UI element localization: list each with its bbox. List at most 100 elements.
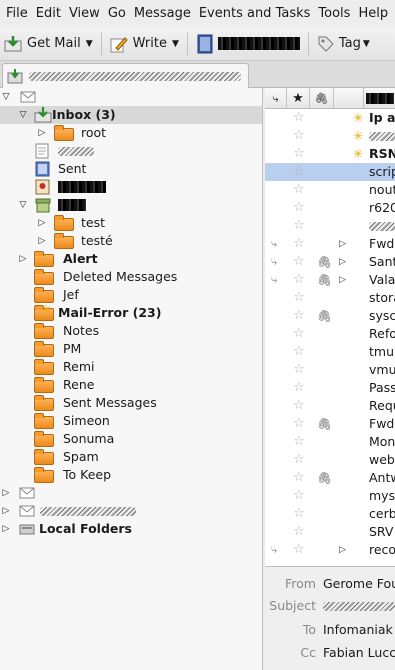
expand-icon[interactable]: ▷: [37, 124, 47, 142]
thread-row[interactable]: ☆ ✳ Ip a: [265, 109, 395, 127]
chevron-down-icon[interactable]: ▼: [172, 39, 179, 49]
star-icon[interactable]: ☆: [293, 488, 305, 504]
star-icon[interactable]: ☆: [293, 254, 305, 270]
folder-sent-messages[interactable]: Sent Messages: [0, 394, 262, 412]
folder-teste[interactable]: ▷ testé: [0, 232, 262, 250]
thread-row[interactable]: ⤷ ☆ 🖇 ▷ Vala: [265, 271, 395, 289]
thread-row[interactable]: ⤷ ☆ 🖇 ▷ Sant: [265, 253, 395, 271]
star-icon[interactable]: ☆: [293, 236, 305, 252]
folder-sonuma[interactable]: Sonuma: [0, 430, 262, 448]
star-icon[interactable]: ☆: [293, 164, 305, 180]
from-value[interactable]: Gerome Fou: [323, 573, 395, 595]
thread-row[interactable]: ☆ scrip: [265, 163, 395, 181]
folder-notes[interactable]: Notes: [0, 322, 262, 340]
folder-spam[interactable]: Spam: [0, 448, 262, 466]
folder-drafts[interactable]: [0, 142, 262, 160]
star-icon[interactable]: ☆: [293, 218, 305, 234]
collapse-icon[interactable]: ▽: [1, 88, 11, 106]
folder-jef[interactable]: Jef: [0, 286, 262, 304]
folder-sent[interactable]: Sent: [0, 160, 262, 178]
account-row-2[interactable]: ▷: [0, 484, 262, 502]
star-icon[interactable]: ☆: [293, 542, 305, 558]
star-icon[interactable]: ☆: [293, 308, 305, 324]
folder-archives[interactable]: ▽: [0, 196, 262, 214]
expand-thread-icon[interactable]: ▷: [339, 271, 346, 289]
star-icon[interactable]: ☆: [293, 326, 305, 342]
star-icon[interactable]: ☆: [293, 398, 305, 414]
account-local-folders[interactable]: ▷ Local Folders: [0, 520, 262, 538]
thread-row[interactable]: ☆ r620: [265, 199, 395, 217]
thread-row[interactable]: ☆ webr: [265, 451, 395, 469]
column-subject[interactable]: [364, 88, 395, 109]
tab-mail-folder[interactable]: [2, 63, 249, 88]
star-icon[interactable]: ☆: [293, 506, 305, 522]
star-icon[interactable]: ☆: [293, 380, 305, 396]
expand-thread-icon[interactable]: ▷: [339, 253, 346, 271]
thread-row[interactable]: ☆ mys: [265, 487, 395, 505]
star-icon[interactable]: ☆: [293, 452, 305, 468]
star-icon[interactable]: ☆: [293, 182, 305, 198]
folder-simeon[interactable]: Simeon: [0, 412, 262, 430]
folder-to-keep[interactable]: To Keep: [0, 466, 262, 484]
folder-test[interactable]: ▷ test: [0, 214, 262, 232]
thread-row[interactable]: ☆ 🖇 sysc: [265, 307, 395, 325]
folder-pm[interactable]: PM: [0, 340, 262, 358]
folder-root[interactable]: ▷ root: [0, 124, 262, 142]
folder-templates[interactable]: [0, 178, 262, 196]
write-button[interactable]: Write ▼: [106, 31, 183, 57]
thread-row[interactable]: ☆ stora: [265, 289, 395, 307]
folder-remi[interactable]: Remi: [0, 358, 262, 376]
star-icon[interactable]: ☆: [293, 362, 305, 378]
expand-icon[interactable]: ▷: [37, 214, 47, 232]
star-icon[interactable]: ☆: [293, 416, 305, 432]
thread-icon[interactable]: ⤷: [271, 542, 277, 558]
folder-deleted-messages[interactable]: Deleted Messages: [0, 268, 262, 286]
chevron-down-icon[interactable]: ▼: [363, 39, 370, 49]
column-thread[interactable]: ⤷: [265, 88, 287, 109]
chevron-down-icon[interactable]: ▼: [86, 39, 93, 49]
thread-icon[interactable]: ⤷: [271, 272, 277, 288]
menu-go[interactable]: Go: [104, 6, 130, 21]
star-icon[interactable]: ☆: [293, 146, 305, 162]
thread-row[interactable]: ⤷ ☆ ▷ Fwd: [265, 235, 395, 253]
thread-row[interactable]: ☆ tmu: [265, 343, 395, 361]
expand-icon[interactable]: ▷: [18, 250, 28, 268]
star-icon[interactable]: ☆: [293, 110, 305, 126]
expand-thread-icon[interactable]: ▷: [339, 235, 346, 253]
thread-row[interactable]: ☆ 🖇 Antw: [265, 469, 395, 487]
thread-row[interactable]: ☆ vmu: [265, 361, 395, 379]
thread-row[interactable]: ☆ Requ: [265, 397, 395, 415]
star-icon[interactable]: ☆: [293, 344, 305, 360]
expand-icon[interactable]: ▷: [1, 520, 11, 538]
collapse-icon[interactable]: ▽: [18, 106, 28, 124]
folder-rene[interactable]: Rene: [0, 376, 262, 394]
get-mail-button[interactable]: Get Mail ▼: [0, 31, 97, 57]
thread-row[interactable]: ☆ nout: [265, 181, 395, 199]
menu-help[interactable]: Help: [354, 6, 392, 21]
star-icon[interactable]: ☆: [293, 200, 305, 216]
menu-events-and-tasks[interactable]: Events and Tasks: [195, 6, 315, 21]
star-icon[interactable]: ☆: [293, 128, 305, 144]
column-attachment[interactable]: 🖇: [310, 88, 334, 109]
collapse-icon[interactable]: ▽: [18, 196, 28, 214]
expand-icon[interactable]: ▷: [37, 232, 47, 250]
thread-icon[interactable]: ⤷: [271, 254, 277, 270]
star-icon[interactable]: ☆: [293, 290, 305, 306]
thread-row[interactable]: ☆ cerb: [265, 505, 395, 523]
menu-view[interactable]: View: [65, 6, 104, 21]
thread-row[interactable]: ☆ ✳: [265, 127, 395, 145]
expand-icon[interactable]: ▷: [1, 484, 11, 502]
address-book-button[interactable]: [192, 31, 304, 57]
thread-row[interactable]: ☆ Pass: [265, 379, 395, 397]
folder-inbox[interactable]: ▽ Inbox (3): [0, 106, 262, 124]
star-icon[interactable]: ☆: [293, 272, 305, 288]
star-icon[interactable]: ☆: [293, 524, 305, 540]
folder-alert[interactable]: ▷ Alert: [0, 250, 262, 268]
column-starred[interactable]: ★: [287, 88, 310, 109]
account-row-1[interactable]: ▽: [0, 88, 262, 106]
menu-file[interactable]: File: [2, 6, 32, 21]
thread-row[interactable]: ☆: [265, 217, 395, 235]
thread-row[interactable]: ☆ ✳ RSN: [265, 145, 395, 163]
tag-button[interactable]: Tag ▼: [313, 31, 374, 57]
thread-icon[interactable]: ⤷: [271, 236, 277, 252]
